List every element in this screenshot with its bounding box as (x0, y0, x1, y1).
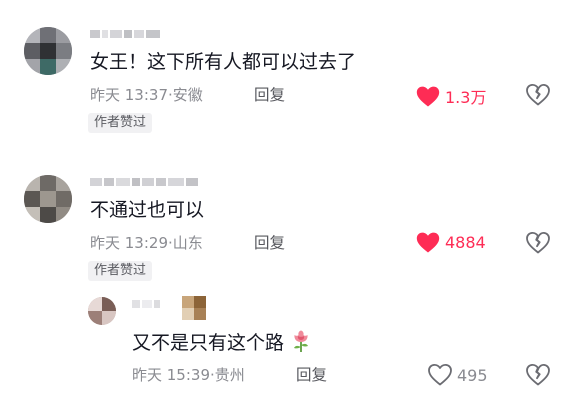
author-liked-badge: 作者赞过 (88, 261, 153, 281)
reply-button[interactable]: 回复 (254, 85, 285, 105)
reply-text: 又不是只有这个路 (132, 329, 312, 355)
dislike-button[interactable] (526, 364, 550, 386)
heart-icon (416, 232, 440, 253)
heart-icon (428, 364, 452, 386)
broken-heart-icon (526, 84, 550, 106)
heart-icon (416, 86, 440, 107)
reply-button[interactable]: 回复 (254, 233, 285, 253)
reply-time: 昨天 15:39 (132, 366, 210, 384)
broken-heart-icon (526, 364, 550, 386)
avatar[interactable] (24, 27, 72, 75)
comment-meta: 昨天 13:29·山东 (90, 233, 203, 253)
comment-time: 昨天 13:29 (90, 234, 168, 252)
comment-meta: 昨天 13:37·安徽 (90, 85, 203, 105)
comment-text: 不通过也可以 (90, 199, 205, 221)
broken-heart-icon (526, 232, 550, 254)
avatar[interactable] (88, 297, 116, 325)
comment-time: 昨天 13:37 (90, 86, 168, 104)
author-liked-badge: 作者赞过 (88, 113, 153, 133)
like-count: 495 (457, 365, 488, 385)
like-count: 4884 (445, 233, 486, 252)
reply-location: 贵州 (214, 366, 245, 384)
author-tag-blurred (182, 296, 206, 320)
comment-location: 山东 (172, 234, 203, 252)
dislike-button[interactable] (526, 232, 550, 254)
rose-icon (290, 329, 312, 353)
reply-text-content: 又不是只有这个路 (132, 332, 285, 354)
reply-button[interactable]: 回复 (296, 365, 327, 385)
like-count: 1.3万 (445, 88, 487, 107)
reply-meta: 昨天 15:39·贵州 (132, 365, 245, 385)
comment-text: 女王！这下所有人都可以过去了 (90, 51, 357, 73)
like-button[interactable]: 4884 (416, 232, 486, 253)
username-blurred[interactable] (132, 298, 160, 310)
like-button[interactable]: 1.3万 (416, 84, 486, 108)
username-blurred[interactable] (90, 176, 198, 188)
username-blurred[interactable] (90, 28, 160, 40)
dislike-button[interactable] (526, 84, 550, 106)
comment-location: 安徽 (172, 86, 203, 104)
like-button[interactable]: 495 (428, 364, 488, 386)
avatar[interactable] (24, 175, 72, 223)
